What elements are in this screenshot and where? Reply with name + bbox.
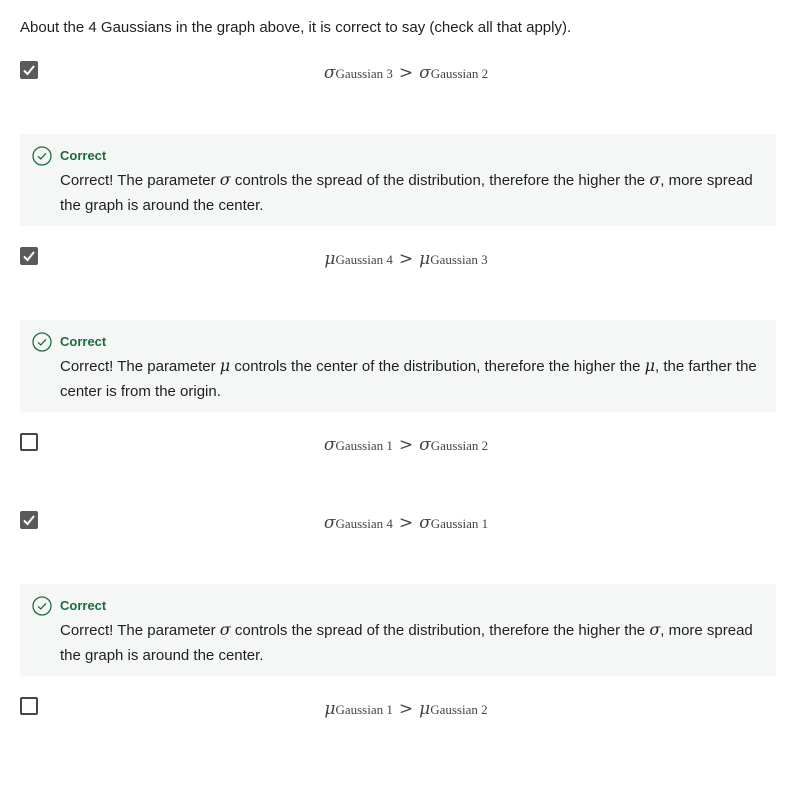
- feedback-title: Correct: [60, 148, 107, 163]
- check-circle-icon: [32, 332, 52, 352]
- question-text: About the 4 Gaussians in the graph above…: [20, 19, 572, 36]
- option-2[interactable]: μGaussian 4 > μGaussian 3: [0, 247, 788, 277]
- option-formula: σGaussian 1 > σGaussian 2: [323, 435, 489, 455]
- option-4[interactable]: σGaussian 4 > σGaussian 1: [0, 511, 788, 541]
- feedback-panel: Correct Correct! The parameter σ control…: [20, 134, 776, 226]
- feedback-text: Correct! The parameter μ controls the ce…: [60, 356, 757, 400]
- feedback-text: Correct! The parameter σ controls the sp…: [60, 170, 753, 214]
- feedback-title: Correct: [60, 334, 107, 349]
- option-1[interactable]: σGaussian 3 > σGaussian 2: [0, 61, 788, 91]
- option-formula: σGaussian 3 > σGaussian 2: [323, 63, 489, 83]
- feedback-panel: Correct Correct! The parameter μ control…: [20, 320, 776, 412]
- option-formula: μGaussian 4 > μGaussian 3: [324, 249, 488, 269]
- feedback-text: Correct! The parameter σ controls the sp…: [60, 620, 753, 664]
- option-formula: μGaussian 1 > μGaussian 2: [324, 699, 488, 719]
- feedback-panel: Correct Correct! The parameter σ control…: [20, 584, 776, 676]
- check-circle-icon: [32, 146, 52, 166]
- feedback-title: Correct: [60, 598, 107, 613]
- option-5[interactable]: μGaussian 1 > μGaussian 2: [0, 697, 788, 727]
- check-circle-icon: [32, 596, 52, 616]
- option-3[interactable]: σGaussian 1 > σGaussian 2: [0, 433, 788, 463]
- option-formula: σGaussian 4 > σGaussian 1: [323, 513, 489, 533]
